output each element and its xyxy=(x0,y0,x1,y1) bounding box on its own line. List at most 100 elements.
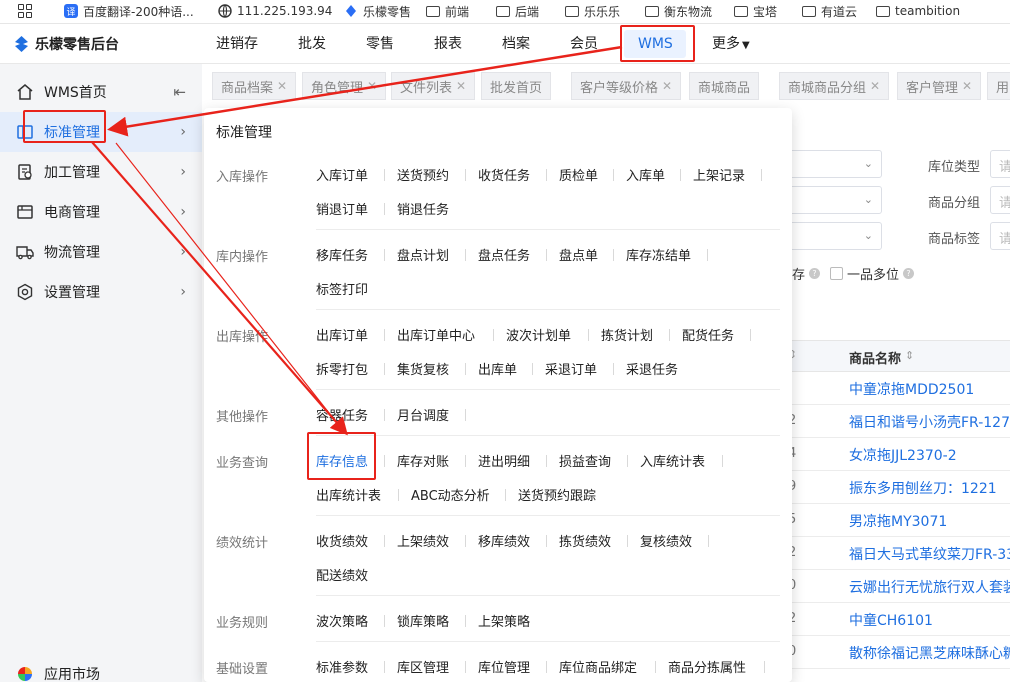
menu-link[interactable]: 拣货绩效 xyxy=(559,531,611,550)
bookmark-folder[interactable]: 有道云 xyxy=(802,0,857,22)
tab-customer-level-price[interactable]: 客户等级价格 ✕ xyxy=(571,72,682,100)
bookmark-lemeng[interactable]: 乐檬零售 xyxy=(344,0,411,22)
menu-link[interactable]: 出库订单 xyxy=(316,325,368,344)
sidebar-item-standard-management[interactable]: 标准管理 › xyxy=(0,112,202,152)
menu-link[interactable]: 质检单 xyxy=(559,165,598,184)
collapse-sidebar-icon[interactable]: ⇤ xyxy=(173,83,186,101)
menu-link[interactable]: 锁库策略 xyxy=(397,611,449,630)
menu-link[interactable]: 库位管理 xyxy=(478,657,530,676)
menu-link[interactable]: 移库任务 xyxy=(316,245,368,264)
close-icon[interactable]: ✕ xyxy=(962,79,972,93)
menu-link[interactable]: 拆零打包 xyxy=(316,359,368,378)
app-market-link[interactable]: 应用市场 xyxy=(0,654,202,682)
menu-link[interactable]: 入库统计表 xyxy=(640,451,705,470)
filter-select[interactable]: ⌄ xyxy=(790,186,882,214)
bookmark-baidu-translate[interactable]: 译 百度翻译-200种语... xyxy=(64,0,194,22)
menu-link[interactable]: 配货任务 xyxy=(682,325,734,344)
goods-name-link[interactable]: 振东多用刨丝刀：1221 xyxy=(849,478,997,498)
menu-link[interactable]: 拣货计划 xyxy=(601,325,653,344)
nav-huiyuan[interactable]: 会员 xyxy=(570,24,598,64)
tab-goods-archive[interactable]: 商品档案 ✕ xyxy=(212,72,297,100)
menu-link[interactable]: 收货绩效 xyxy=(316,531,368,550)
close-icon[interactable]: ✕ xyxy=(870,79,880,93)
sidebar-item-wms-home[interactable]: WMS首页 ⇤ xyxy=(0,72,202,112)
nav-lingshou[interactable]: 零售 xyxy=(366,24,394,64)
close-icon[interactable]: ✕ xyxy=(277,79,287,93)
menu-link[interactable]: 上架绩效 xyxy=(397,531,449,550)
menu-link[interactable]: 移库绩效 xyxy=(478,531,530,550)
menu-link[interactable]: 送货预约跟踪 xyxy=(518,485,596,504)
menu-link[interactable]: 集货复核 xyxy=(397,359,449,378)
menu-link[interactable]: 损益查询 xyxy=(559,451,611,470)
close-icon[interactable]: ✕ xyxy=(662,79,672,93)
nav-pifa[interactable]: 批发 xyxy=(298,24,326,64)
tab-mall-goods[interactable]: 商城商品 xyxy=(689,72,760,100)
menu-link-inventory-info[interactable]: 库存信息 xyxy=(316,451,368,470)
goods-name-link[interactable]: 女凉拖JJL2370-2 xyxy=(849,445,957,465)
goods-name-link[interactable]: 散称徐福记黑芝麻味酥心糖 xyxy=(849,643,1010,663)
menu-link[interactable]: 上架策略 xyxy=(478,611,530,630)
goods-group-select[interactable]: 请 xyxy=(990,186,1010,214)
goods-name-link[interactable]: 男凉拖MY3071 xyxy=(849,511,947,531)
checkbox-box[interactable] xyxy=(830,267,843,280)
location-type-select[interactable]: 请 xyxy=(990,150,1010,178)
goods-name-link[interactable]: 福日和谐号小汤壳FR-127 xyxy=(849,412,1010,432)
close-icon[interactable]: ✕ xyxy=(367,79,377,93)
tab-file-list[interactable]: 文件列表 ✕ xyxy=(391,72,476,100)
menu-link[interactable]: 收货任务 xyxy=(478,165,530,184)
goods-name-link[interactable]: 福日大马式革纹菜刀FR-33 xyxy=(849,544,1010,564)
menu-link[interactable]: 送货预约 xyxy=(397,165,449,184)
bookmark-folder[interactable]: 后端 xyxy=(496,0,539,22)
menu-link[interactable]: 采退订单 xyxy=(545,359,597,378)
nav-dangan[interactable]: 档案 xyxy=(502,24,530,64)
menu-link[interactable]: 盘点任务 xyxy=(478,245,530,264)
nav-wms[interactable]: WMS xyxy=(638,24,673,64)
goods-name-link[interactable]: 云娜出行无忧旅行双人套装 xyxy=(849,577,1010,597)
menu-link[interactable]: 库存对账 xyxy=(397,451,449,470)
bookmark-apps[interactable] xyxy=(18,0,32,22)
sidebar-item-logistics[interactable]: 物流管理 › xyxy=(0,232,202,272)
tab-mall-goods-group[interactable]: 商城商品分组 ✕ xyxy=(779,72,890,100)
menu-link[interactable]: 波次计划单 xyxy=(506,325,571,344)
menu-link[interactable]: 销退订单 xyxy=(316,199,368,218)
column-header-goods-name[interactable]: 商品名称 xyxy=(849,348,901,367)
menu-link[interactable]: 上架记录 xyxy=(693,165,745,184)
menu-link[interactable]: 库位商品绑定 xyxy=(559,657,637,676)
bookmark-folder[interactable]: 前端 xyxy=(426,0,469,22)
menu-link[interactable]: 出库订单中心 xyxy=(397,325,475,344)
menu-link[interactable]: 波次策略 xyxy=(316,611,368,630)
sidebar-item-processing[interactable]: 加工管理 › xyxy=(0,152,202,192)
menu-link[interactable]: 盘点单 xyxy=(559,245,598,264)
menu-link[interactable]: 进出明细 xyxy=(478,451,530,470)
menu-link[interactable]: 复核绩效 xyxy=(640,531,692,550)
menu-link[interactable]: 月台调度 xyxy=(397,405,449,424)
menu-link[interactable]: 库区管理 xyxy=(397,657,449,676)
menu-link[interactable]: 出库单 xyxy=(478,359,517,378)
menu-link[interactable]: ABC动态分析 xyxy=(411,485,490,504)
menu-link[interactable]: 标签打印 xyxy=(316,279,368,298)
menu-link[interactable]: 销退任务 xyxy=(397,199,449,218)
menu-link[interactable]: 盘点计划 xyxy=(397,245,449,264)
tab-role-management[interactable]: 角色管理 ✕ xyxy=(302,72,387,100)
nav-baobiao[interactable]: 报表 xyxy=(434,24,462,64)
menu-link[interactable]: 商品分拣属性 xyxy=(668,657,746,676)
bookmark-folder[interactable]: 衡东物流 xyxy=(645,0,712,22)
menu-link[interactable]: 配送绩效 xyxy=(316,565,368,584)
filter-select[interactable]: ⌄ xyxy=(790,222,882,250)
tab-wholesale-home[interactable]: 批发首页 xyxy=(481,72,552,100)
sidebar-item-settings[interactable]: 设置管理 › xyxy=(0,272,202,312)
menu-link[interactable]: 采退任务 xyxy=(626,359,678,378)
tab-overflow[interactable]: 用 xyxy=(987,72,1010,100)
filter-select[interactable]: ⌄ xyxy=(790,150,882,178)
goods-tag-select[interactable]: 请 xyxy=(990,222,1010,250)
menu-link[interactable]: 容器任务 xyxy=(316,405,368,424)
menu-link[interactable]: 入库订单 xyxy=(316,165,368,184)
one-goods-multi-location-checkbox[interactable]: 一品多位 ? xyxy=(830,264,915,283)
tab-customer-management[interactable]: 客户管理 ✕ xyxy=(897,72,982,100)
app-logo[interactable]: 乐檬零售后台 xyxy=(14,34,119,54)
menu-link[interactable]: 出库统计表 xyxy=(316,485,381,504)
menu-link[interactable]: 标准参数 xyxy=(316,657,368,676)
bookmark-folder[interactable]: 宝塔 xyxy=(734,0,777,22)
menu-link[interactable]: 库存冻结单 xyxy=(626,245,691,264)
menu-link[interactable]: 入库单 xyxy=(626,165,665,184)
